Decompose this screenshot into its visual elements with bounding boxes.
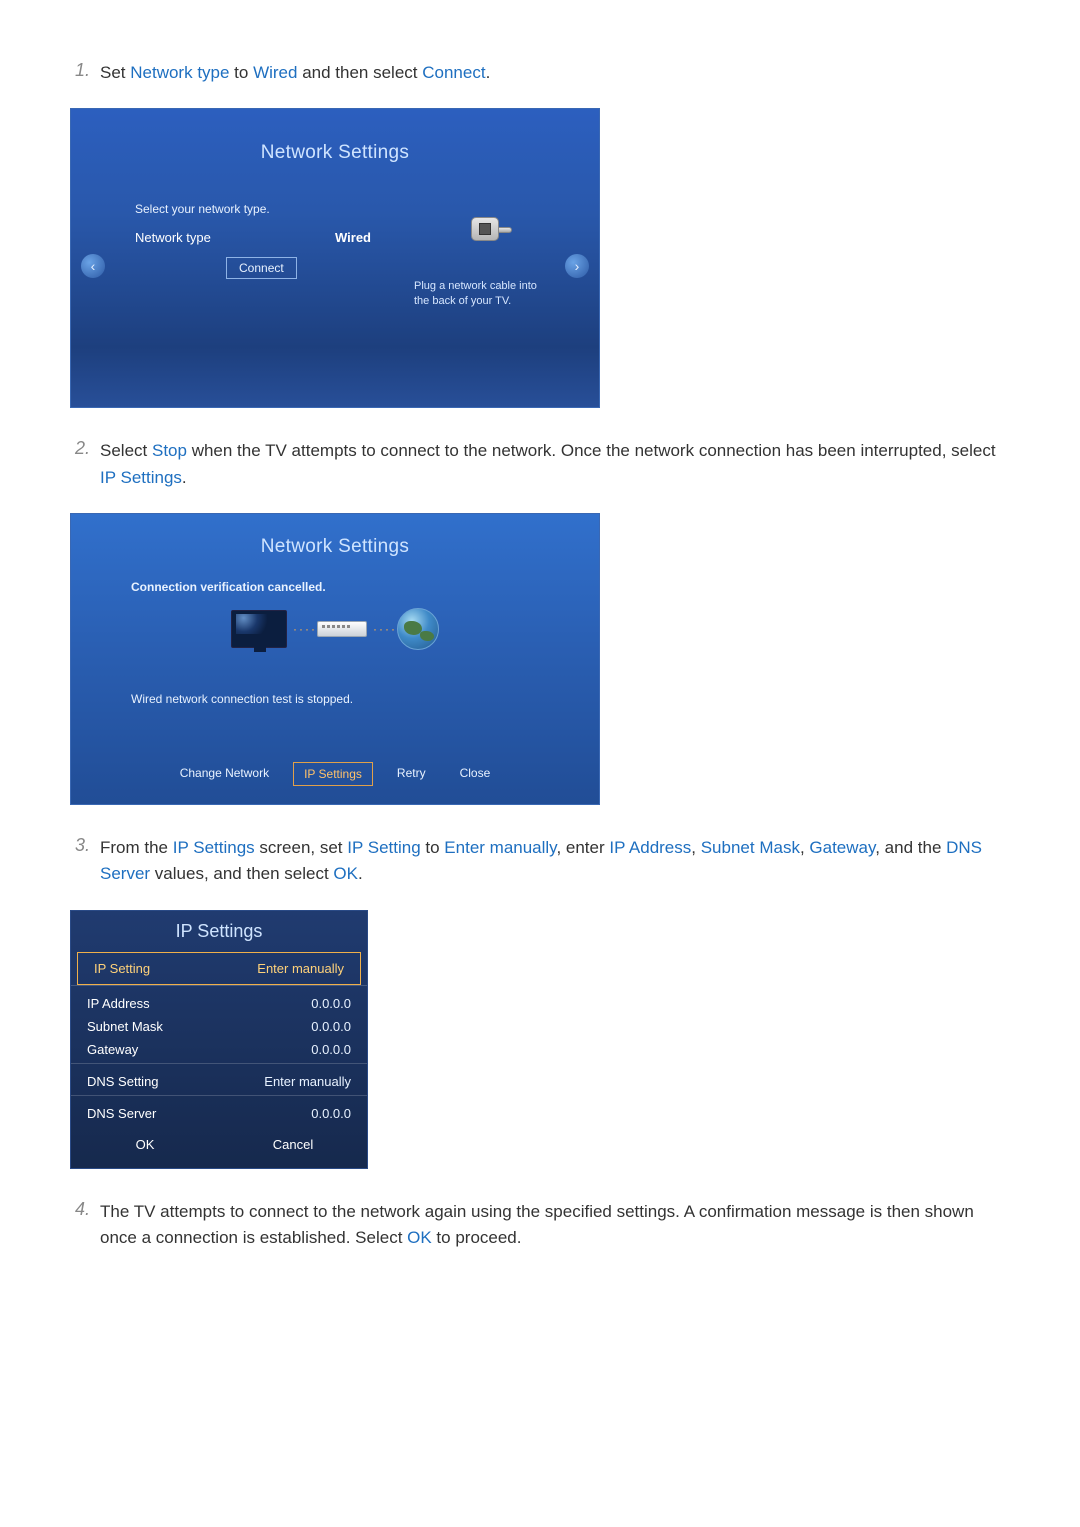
ip-setting-value: Enter manually [257,961,344,976]
step-2-text: Select Stop when the TV attempts to conn… [100,438,1010,491]
ip-address-value: 0.0.0.0 [311,996,351,1011]
globe-icon [397,608,439,650]
step-1-number: 1. [70,60,100,86]
subnet-mask-label: Subnet Mask [87,1019,163,1034]
subnet-mask-row[interactable]: Subnet Mask 0.0.0.0 [71,1015,367,1038]
step-1-text: Set Network type to Wired and then selec… [100,60,490,86]
ip-address-label: IP Address [87,996,150,1011]
gateway-row[interactable]: Gateway 0.0.0.0 [71,1038,367,1061]
ok-button[interactable]: OK [71,1137,219,1152]
ip-address-row[interactable]: IP Address 0.0.0.0 [71,992,367,1015]
dns-server-value: 0.0.0.0 [311,1106,351,1121]
ip-settings-button[interactable]: IP Settings [293,762,373,786]
close-button[interactable]: Close [450,762,501,786]
connection-diagram: ···· ···· [71,608,599,650]
retry-button[interactable]: Retry [387,762,436,786]
network-type-row[interactable]: Network type Wired [135,230,599,245]
network-settings-panel: Network Settings Select your network typ… [70,108,600,408]
gateway-label: Gateway [87,1042,138,1057]
panel1-subtitle: Select your network type. [135,202,599,216]
change-network-button[interactable]: Change Network [170,762,279,786]
cancel-button[interactable]: Cancel [219,1137,367,1152]
dns-server-row[interactable]: DNS Server 0.0.0.0 [71,1102,367,1125]
router-icon [317,621,367,637]
step-2-number: 2. [70,438,100,491]
dns-setting-row[interactable]: DNS Setting Enter manually [71,1070,367,1093]
ip-setting-label: IP Setting [94,961,150,976]
dns-setting-label: DNS Setting [87,1074,159,1089]
dots-icon: ···· [293,622,311,636]
step-3-number: 3. [70,835,100,888]
step-4-number: 4. [70,1199,100,1252]
ethernet-jack-icon [461,209,509,249]
subnet-mask-value: 0.0.0.0 [311,1019,351,1034]
panel2-status-1: Connection verification cancelled. [131,580,599,594]
panel1-title: Network Settings [71,109,599,164]
panel2-title: Network Settings [71,514,599,558]
panel3-title: IP Settings [71,911,367,952]
gateway-value: 0.0.0.0 [311,1042,351,1057]
cable-tip-text: Plug a network cable into the back of yo… [414,279,544,308]
dns-server-label: DNS Server [87,1106,156,1121]
network-type-value: Wired [335,230,371,245]
step-4-text: The TV attempts to connect to the networ… [100,1199,1010,1252]
step-3-text: From the IP Settings screen, set IP Sett… [100,835,1010,888]
panel2-status-2: Wired network connection test is stopped… [131,692,599,706]
dns-setting-value: Enter manually [264,1074,351,1089]
nav-right-icon[interactable]: › [565,254,589,278]
nav-left-icon[interactable]: ‹ [81,254,105,278]
connect-button[interactable]: Connect [226,257,297,279]
network-type-label: Network type [135,230,335,245]
connection-cancelled-panel: Network Settings Connection verification… [70,513,600,805]
dots-icon: ···· [373,622,391,636]
ip-setting-row[interactable]: IP Setting Enter manually [77,952,361,985]
tv-icon [231,610,287,648]
ip-settings-panel: IP Settings IP Setting Enter manually IP… [70,910,368,1169]
